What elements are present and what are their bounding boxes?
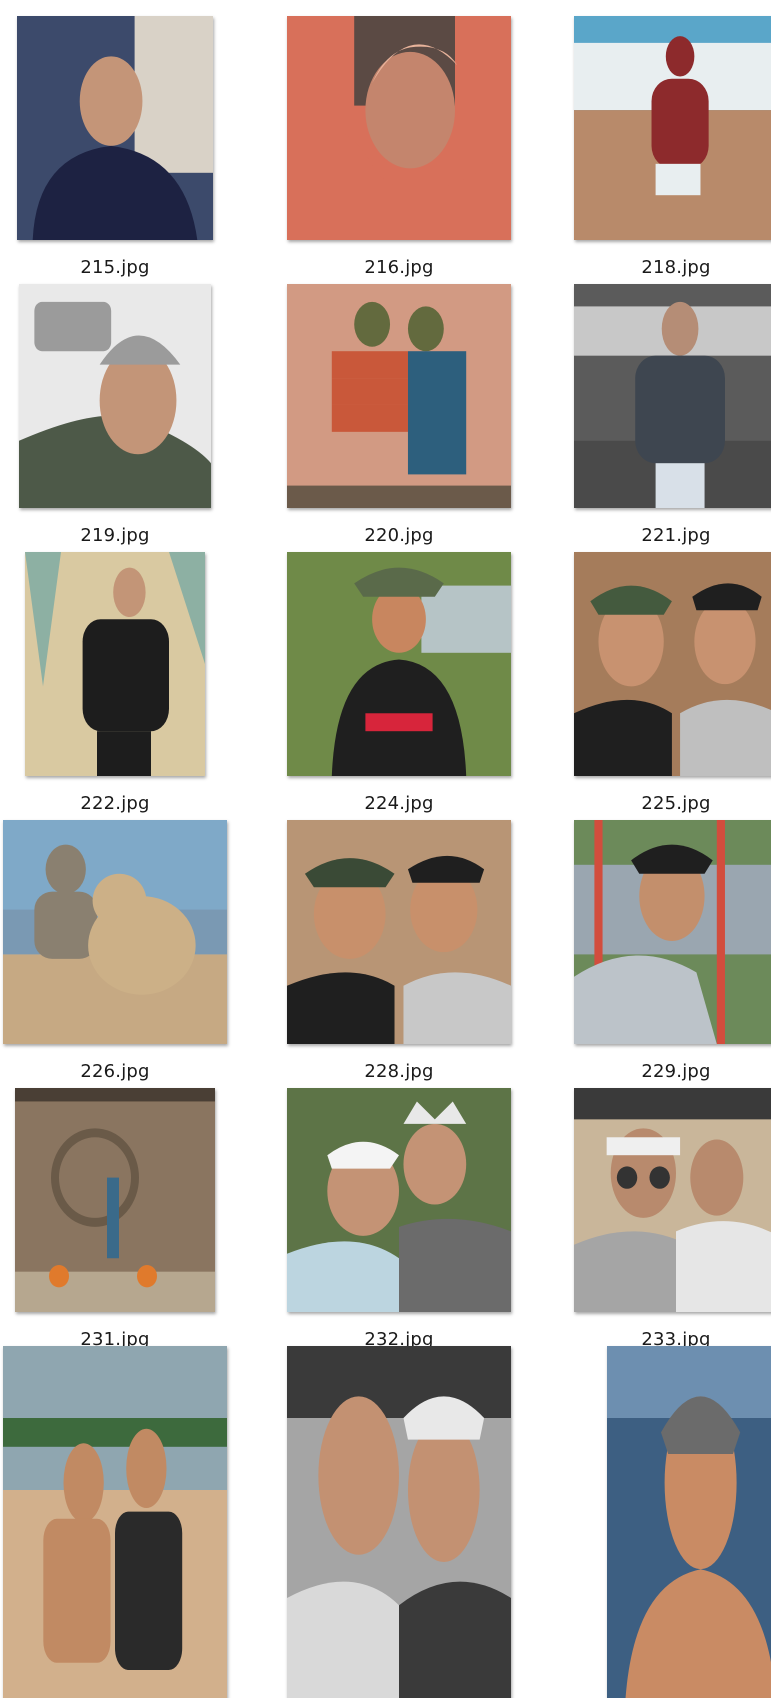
file-item[interactable] [271,1340,527,1698]
photo-thumbnail[interactable] [287,1088,511,1312]
file-item[interactable]: 216.jpg [271,0,527,290]
photo-thumbnail[interactable] [574,552,771,776]
photo-thumbnail[interactable] [25,552,205,776]
file-item[interactable]: 229.jpg [548,804,771,1094]
photo-thumbnail[interactable] [574,284,771,508]
photo-icon [574,284,771,508]
file-thumbnail-grid: 215.jpg 216.jpg 218.jpg 219.jpg 220.jpg … [0,0,771,1698]
photo-thumbnail[interactable] [17,16,213,240]
photo-thumbnail[interactable] [287,820,511,1044]
photo-thumbnail[interactable] [287,552,511,776]
file-item[interactable]: 232.jpg [271,1072,527,1362]
photo-icon [15,1088,215,1312]
photo-icon [607,1346,771,1698]
photo-thumbnail[interactable] [3,1346,227,1698]
photo-icon [574,16,771,240]
photo-icon [574,820,771,1044]
file-item[interactable]: 218.jpg [548,0,771,290]
photo-icon [19,284,211,508]
photo-thumbnail[interactable] [3,820,227,1044]
file-item[interactable]: 233.jpg [548,1072,771,1362]
photo-thumbnail[interactable] [19,284,211,508]
file-item[interactable]: 215.jpg [0,0,243,290]
file-item[interactable]: 228.jpg [271,804,527,1094]
photo-icon [287,284,511,508]
file-item[interactable]: 225.jpg [548,536,771,826]
photo-icon [574,552,771,776]
file-item[interactable]: 221.jpg [548,268,771,558]
photo-icon [3,1346,227,1698]
photo-icon [574,1088,771,1312]
file-item[interactable]: 219.jpg [0,268,243,558]
photo-thumbnail[interactable] [287,16,511,240]
photo-thumbnail[interactable] [574,820,771,1044]
photo-thumbnail[interactable] [574,16,771,240]
photo-icon [287,820,511,1044]
photo-icon [287,1088,511,1312]
photo-thumbnail[interactable] [574,1088,771,1312]
photo-thumbnail[interactable] [15,1088,215,1312]
file-item[interactable]: 226.jpg [0,804,243,1094]
photo-thumbnail[interactable] [287,284,511,508]
photo-icon [3,820,227,1044]
file-item[interactable]: 224.jpg [271,536,527,826]
photo-icon [287,1346,511,1698]
photo-icon [25,552,205,776]
photo-thumbnail[interactable] [607,1346,771,1698]
file-item[interactable]: 222.jpg [0,536,243,826]
photo-icon [287,16,511,240]
file-item[interactable]: 231.jpg [0,1072,243,1362]
file-item[interactable] [0,1340,243,1698]
photo-thumbnail[interactable] [287,1346,511,1698]
file-item[interactable] [548,1340,771,1698]
photo-icon [17,16,213,240]
file-item[interactable]: 220.jpg [271,268,527,558]
photo-icon [287,552,511,776]
